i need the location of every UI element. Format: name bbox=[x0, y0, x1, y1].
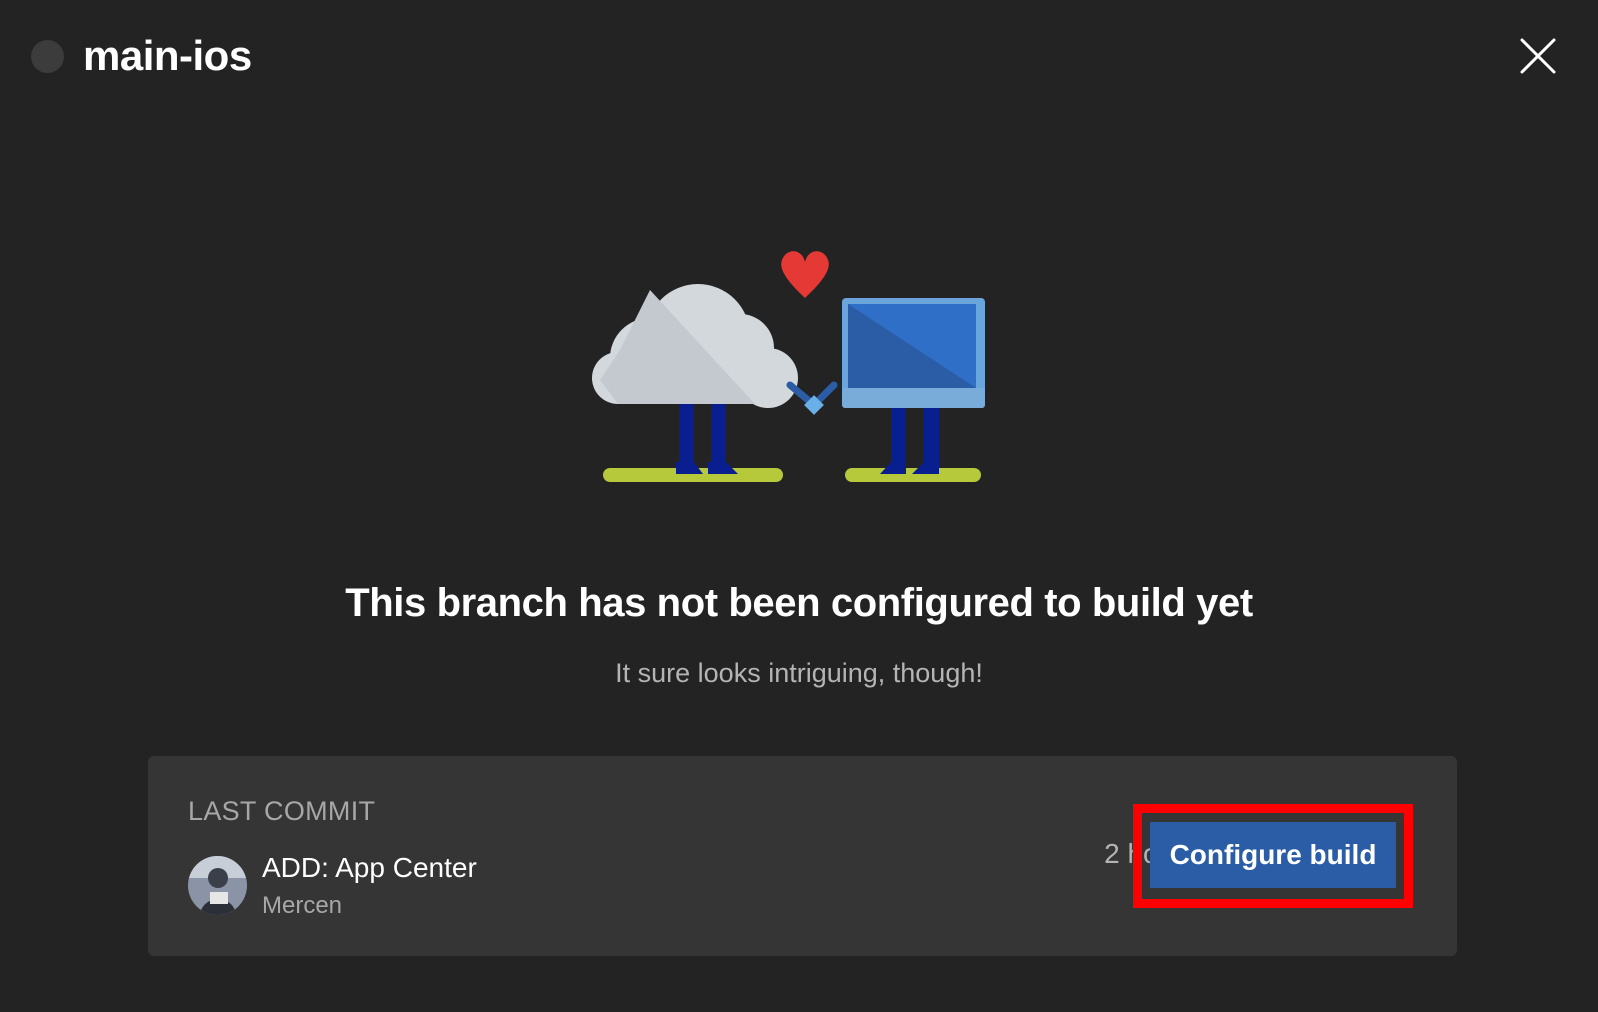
last-commit-card: LAST COMMIT ADD: App Center Mercen 2 hou… bbox=[148, 756, 1457, 956]
empty-state-headline: This branch has not been configured to b… bbox=[345, 581, 1253, 625]
user-avatar-icon bbox=[188, 856, 247, 915]
branch-title: main-ios bbox=[83, 32, 252, 79]
empty-state-subtext: It sure looks intriguing, though! bbox=[615, 658, 983, 688]
branch-status-dot bbox=[31, 40, 64, 73]
avatar bbox=[188, 856, 247, 915]
computer-shape bbox=[842, 298, 985, 408]
cloud-and-computer-illustration bbox=[590, 240, 1010, 500]
close-icon bbox=[1520, 38, 1556, 74]
close-button[interactable] bbox=[1518, 36, 1558, 76]
last-commit-heading: LAST COMMIT bbox=[188, 796, 376, 826]
commit-author: Mercen bbox=[262, 892, 343, 919]
page-header: main-ios bbox=[0, 0, 1598, 115]
cloud-shape bbox=[592, 284, 798, 408]
configure-build-button[interactable]: Configure build bbox=[1150, 822, 1396, 888]
commit-message: ADD: App Center bbox=[262, 852, 477, 883]
